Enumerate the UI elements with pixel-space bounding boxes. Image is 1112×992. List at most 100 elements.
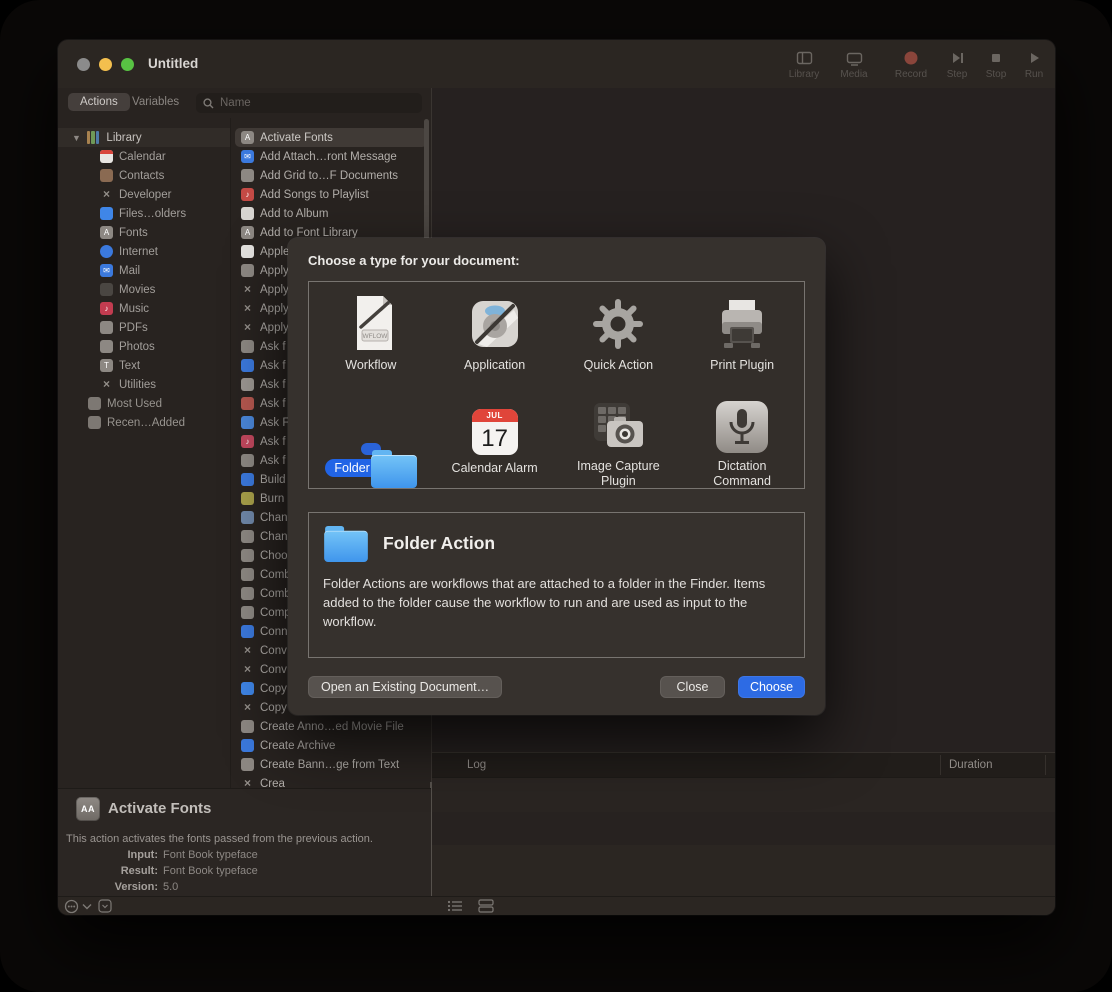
action-item-icon (241, 416, 254, 429)
action-item-label: Copy (260, 702, 287, 714)
more-options-icon[interactable] (64, 899, 80, 914)
sidebar-item-icon: A (100, 226, 113, 239)
sidebar-item[interactable]: Movies (58, 280, 230, 299)
sidebar-item-label: Fonts (119, 227, 148, 239)
action-item-label: Crea (260, 778, 285, 789)
sidebar-item-label: Text (119, 360, 140, 372)
sidebar-item[interactable]: × Developer (58, 185, 230, 204)
type-print-plugin[interactable]: Print Plugin (680, 282, 804, 385)
action-item-label: Comb (260, 569, 291, 581)
sidebar-item[interactable]: A Fonts (58, 223, 230, 242)
action-item-label: Apply (260, 322, 289, 334)
folder-icon (324, 526, 368, 562)
folder-icon (88, 397, 101, 410)
column-divider[interactable] (940, 755, 941, 775)
open-existing-document-button[interactable]: Open an Existing Document… (308, 676, 502, 698)
type-quick-action[interactable]: Quick Action (557, 282, 681, 385)
toolbar-record-button[interactable]: Record (887, 49, 935, 80)
zoom-window-button[interactable] (121, 58, 134, 71)
sidebar-item-label: Music (119, 303, 149, 315)
tab-actions[interactable]: Actions (68, 93, 130, 111)
type-image-capture-plugin[interactable]: Image Capture Plugin (557, 385, 681, 488)
actions-list-scrollbar[interactable] (424, 119, 429, 241)
sidebar-item-icon (100, 150, 113, 163)
type-calendar-alarm[interactable]: JUL 17 Calendar Alarm (433, 385, 557, 488)
close-button[interactable]: Close (660, 676, 725, 698)
action-description-panel: AA Activate Fonts This action activates … (58, 788, 431, 898)
action-item-label: Ask f (260, 360, 286, 372)
chevron-down-icon[interactable]: ▼ (72, 133, 81, 143)
action-item-label: Apply (260, 303, 289, 315)
record-icon (887, 49, 935, 66)
sidebar-item[interactable]: ♪ Music (58, 299, 230, 318)
action-item-icon: A (241, 131, 254, 144)
action-list-item[interactable]: ✉ Add Attach…ront Message (231, 147, 431, 166)
action-item-icon (241, 492, 254, 505)
toolbar-library-button[interactable]: Library (780, 49, 828, 80)
action-list-item[interactable]: Add Grid to…F Documents (231, 166, 431, 185)
action-item-label: Add Attach…ront Message (260, 151, 397, 163)
log-empty-row (432, 812, 1055, 845)
sidebar-item[interactable]: Files…olders (58, 204, 230, 223)
action-list-item[interactable]: Create Bann…ge from Text (231, 755, 431, 774)
column-divider[interactable] (1045, 755, 1046, 775)
application-robot-icon (467, 296, 523, 352)
dialog-title: Choose a type for your document: (308, 253, 520, 268)
sidebar-item-library[interactable]: ▼ Library (58, 128, 230, 147)
action-item-icon (241, 169, 254, 182)
sidebar-item[interactable]: T Text (58, 356, 230, 375)
tab-variables[interactable]: Variables (132, 96, 179, 108)
action-list-item[interactable]: Add to Album (231, 204, 431, 223)
sidebar-item[interactable]: PDFs (58, 318, 230, 337)
action-item-icon (241, 606, 254, 619)
action-list-item[interactable]: × Crea (231, 774, 431, 788)
log-column-header[interactable]: Log (467, 753, 486, 778)
type-dictation-command[interactable]: Dictation Command (680, 385, 804, 488)
action-list-item[interactable]: A Activate Fonts (235, 128, 427, 147)
sidebar-item[interactable]: Contacts (58, 166, 230, 185)
sidebar-item[interactable]: × Utilities (58, 375, 230, 394)
list-view-icon[interactable] (447, 899, 464, 913)
action-item-icon (241, 739, 254, 752)
search-placeholder: Name (220, 97, 251, 109)
sidebar-item[interactable]: Internet (58, 242, 230, 261)
action-list-item[interactable]: Create Anno…ed Movie File (231, 717, 431, 736)
type-detail-description: Folder Actions are workflows that are at… (323, 575, 793, 632)
action-item-icon (241, 340, 254, 353)
stacked-view-icon[interactable] (478, 899, 495, 913)
library-icon (780, 49, 828, 66)
type-description-panel: Folder Action Folder Actions are workflo… (308, 512, 805, 658)
toolbar-media-button[interactable]: Media (830, 49, 878, 80)
minimize-window-button[interactable] (99, 58, 112, 71)
action-item-label: Ask F (260, 417, 289, 429)
action-item-icon: ♪ (241, 188, 254, 201)
close-window-button[interactable] (77, 58, 90, 71)
sidebar-item-icon (100, 283, 113, 296)
toolbar-run-button[interactable]: Run (1010, 49, 1055, 80)
action-item-label: Chan (260, 531, 288, 543)
sidebar-item[interactable]: Photos (58, 337, 230, 356)
sidebar-item-label: Utilities (119, 379, 156, 391)
sidebar-item[interactable]: ✉ Mail (58, 261, 230, 280)
sidebar-item[interactable]: Calendar (58, 147, 230, 166)
sidebar-item-label: Contacts (119, 170, 164, 182)
action-item-icon (241, 473, 254, 486)
action-item-icon (241, 720, 254, 733)
action-item-icon: × (241, 777, 254, 788)
search-input[interactable]: Name (196, 93, 422, 113)
sidebar-smart-item[interactable]: Recen…Added (58, 413, 230, 432)
panel-collapse-icon[interactable] (98, 899, 113, 914)
action-item-icon (241, 359, 254, 372)
chevron-down-icon[interactable] (82, 899, 92, 914)
type-application[interactable]: Application (433, 282, 557, 385)
action-list-item[interactable]: ♪ Add Songs to Playlist (231, 185, 431, 204)
action-item-label: Ask f (260, 398, 286, 410)
choose-button[interactable]: Choose (738, 676, 805, 698)
duration-column-header[interactable]: Duration (949, 753, 992, 778)
action-item-label: Burn (260, 493, 284, 505)
type-workflow[interactable]: WFLOW Workflow (309, 282, 433, 385)
sidebar-smart-item[interactable]: Most Used (58, 394, 230, 413)
action-list-item[interactable]: Create Archive (231, 736, 431, 755)
action-item-label: Add to Font Library (260, 227, 358, 239)
type-folder-action[interactable]: Folder Action (309, 385, 433, 488)
